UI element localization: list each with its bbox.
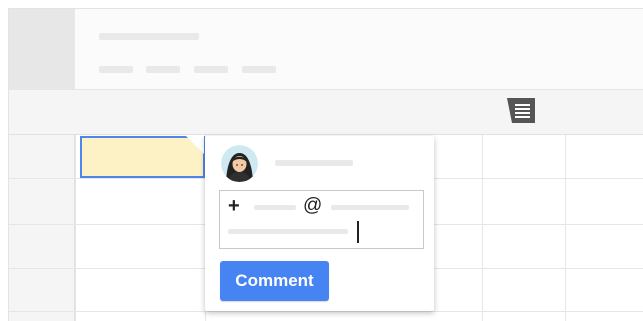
menu-placeholder-4[interactable]: [242, 66, 276, 73]
user-avatar: [221, 145, 258, 182]
cell[interactable]: [483, 136, 565, 178]
grid-line: [75, 135, 76, 321]
input-text-placeholder: [228, 229, 348, 234]
header-bar: [75, 9, 643, 89]
comment-indicator-tab: [186, 136, 204, 154]
plus-icon[interactable]: +: [228, 196, 240, 216]
grid-line: [9, 311, 643, 312]
mention-icon[interactable]: @: [303, 196, 322, 216]
comment-icon[interactable]: [505, 96, 539, 126]
text-caret: [357, 221, 359, 243]
toolbar: [9, 89, 643, 135]
comment-button[interactable]: Comment: [220, 261, 329, 301]
row-header-column: [9, 135, 75, 321]
input-text-placeholder: [331, 205, 409, 210]
title-placeholder: [99, 33, 199, 40]
app-logo-placeholder: [9, 9, 75, 89]
menu-placeholder-3[interactable]: [194, 66, 228, 73]
menu-placeholder-1[interactable]: [99, 66, 133, 73]
cell[interactable]: [436, 136, 482, 178]
menu-placeholder-2[interactable]: [146, 66, 180, 73]
cell[interactable]: [566, 136, 643, 178]
input-text-placeholder: [254, 205, 296, 210]
user-name-placeholder: [275, 160, 353, 166]
